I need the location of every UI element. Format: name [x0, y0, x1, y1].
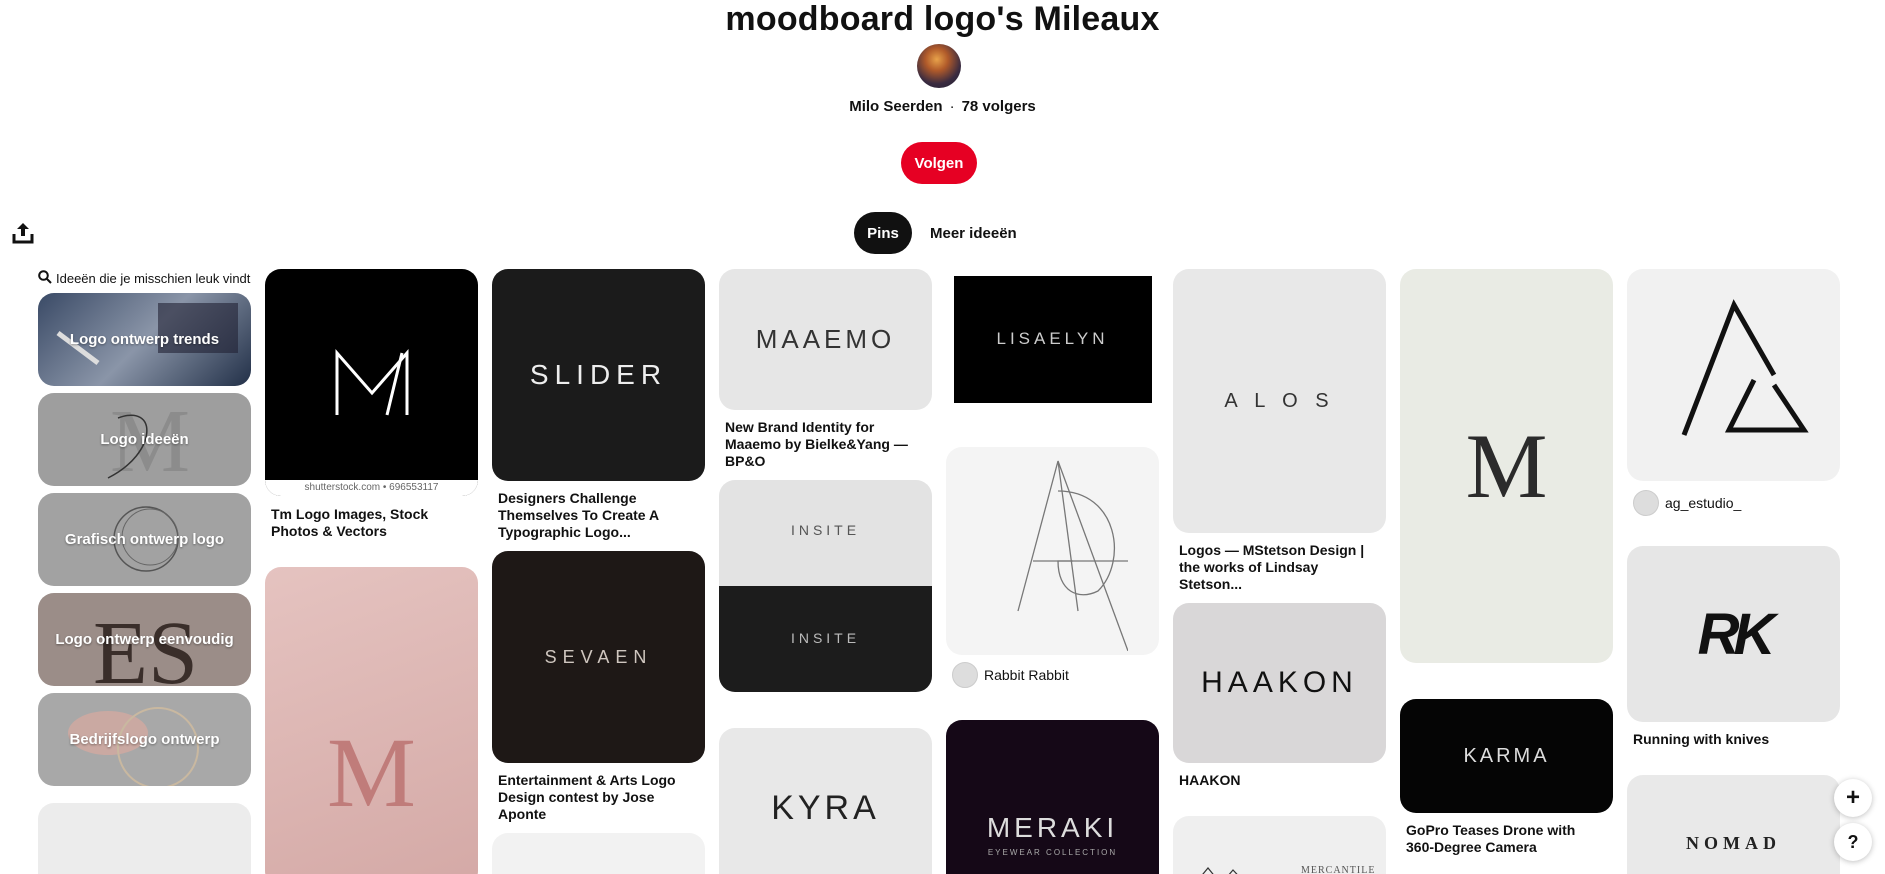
- pin-logo-text: HAAKON: [1201, 666, 1358, 699]
- tab-more-ideas[interactable]: Meer ideeën: [920, 212, 1027, 254]
- pin-watermark: shutterstock.com • 696553117: [265, 480, 478, 496]
- meta-separator: ·: [949, 98, 955, 115]
- pin-image: M: [1400, 269, 1613, 663]
- pin-logo-text: A L O S: [1224, 389, 1335, 412]
- ideas-heading: Ideeën die je misschien leuk vindt: [38, 270, 250, 287]
- idea-logo-ontwerp-trends[interactable]: Logo ontwerp trends: [38, 293, 251, 386]
- board-meta: Milo Seerden · 78 volgers: [0, 98, 1885, 115]
- pin-caption[interactable]: Designers Challenge Themselves To Create…: [498, 490, 698, 541]
- pin-slider[interactable]: SLIDER: [492, 269, 705, 481]
- pin-image: [1202, 867, 1238, 874]
- pin-nomad[interactable]: NOMAD: [1627, 775, 1840, 874]
- pin-caption[interactable]: Running with knives: [1633, 731, 1833, 748]
- pin-meraki[interactable]: MERAKI EYEWEAR COLLECTION: [946, 720, 1159, 874]
- pin-logo-text: INSITE: [790, 522, 861, 538]
- pin-lisaelyn[interactable]: LISAELYN: [946, 269, 1159, 409]
- idea-bedrijfslogo-ontwerp[interactable]: Bedrijfslogo ontwerp: [38, 693, 251, 786]
- user-name: ag_estudio_: [1665, 495, 1742, 511]
- pin-image: A L O S: [1173, 269, 1386, 533]
- pin-image: MAAEMO: [719, 269, 932, 410]
- idea-label: Logo ontwerp trends: [69, 331, 220, 348]
- pin-pink-m[interactable]: M: [265, 567, 478, 874]
- pin-logo-text: KYRA: [771, 788, 880, 827]
- idea-grafisch-ontwerp-logo[interactable]: Grafisch ontwerp logo: [38, 493, 251, 586]
- pin-logo-text: MERAKI: [986, 812, 1119, 843]
- pin-more-col2[interactable]: [492, 833, 705, 874]
- pin-logo-subtext: EYEWEAR COLLECTION: [987, 848, 1118, 857]
- add-icon[interactable]: +: [1834, 779, 1872, 817]
- pin-logo-text: RK: [1697, 601, 1776, 667]
- pin-logo-text: SEVAEN: [544, 646, 653, 667]
- pin-logo-text: M: [1465, 415, 1548, 517]
- help-icon[interactable]: ?: [1834, 823, 1872, 861]
- pin-user[interactable]: ag_estudio_: [1633, 490, 1741, 516]
- pin-logo-text: SLIDER: [529, 359, 668, 390]
- idea-label: Logo ontwerp eenvoudig: [55, 631, 234, 648]
- pin-image: KYRA: [719, 728, 932, 874]
- pin-image: SLIDER: [492, 269, 705, 481]
- pin-user[interactable]: Rabbit Rabbit: [952, 662, 1069, 688]
- tab-pins[interactable]: Pins: [854, 212, 912, 254]
- owner-avatar[interactable]: [917, 44, 961, 88]
- follow-button[interactable]: Volgen: [901, 142, 977, 184]
- board-title: moodboard logo's Mileaux: [725, 0, 1160, 38]
- pin-logo-text: INSITE: [790, 630, 861, 646]
- user-avatar: [1633, 490, 1659, 516]
- search-icon: [38, 270, 52, 287]
- ideas-heading-label: Ideeën die je misschien leuk vindt: [56, 271, 251, 286]
- user-avatar: [952, 662, 978, 688]
- pin-image: SEVAEN: [492, 551, 705, 763]
- share-icon[interactable]: [12, 221, 34, 245]
- pin-image: KARMA: [1400, 699, 1613, 813]
- pin-kyra[interactable]: KYRA: [719, 728, 932, 874]
- board-tabs: Pins Meer ideeën: [854, 212, 1027, 254]
- pin-caption[interactable]: Entertainment & Arts Logo Design contest…: [498, 772, 698, 823]
- idea-label: Bedrijfslogo ontwerp: [69, 731, 220, 748]
- idea-logo-ontwerp-eenvoudig[interactable]: ES Logo ontwerp eenvoudig: [38, 593, 251, 686]
- idea-label: Grafisch ontwerp logo: [64, 531, 225, 548]
- pin-logo-text: MERCANTILE: [1301, 865, 1376, 874]
- pin-logo-text: MAAEMO: [755, 324, 896, 354]
- pin-insite[interactable]: INSITE INSITE: [719, 480, 932, 692]
- pin-maaemo[interactable]: MAAEMO: [719, 269, 932, 410]
- pin-m-leaf[interactable]: M: [1400, 269, 1613, 663]
- pin-image: HAAKON: [1173, 603, 1386, 763]
- idea-more[interactable]: [38, 803, 251, 874]
- pin-karma[interactable]: KARMA: [1400, 699, 1613, 813]
- pin-haakon[interactable]: HAAKON: [1173, 603, 1386, 763]
- pin-caption[interactable]: GoPro Teases Drone with 360-Degree Camer…: [1406, 822, 1606, 856]
- pin-ag-estudio[interactable]: [1627, 269, 1840, 481]
- pin-logo-text: LISAELYN: [996, 329, 1109, 348]
- pin-logo-text: KARMA: [1463, 744, 1550, 767]
- pin-ag-rabbit[interactable]: [946, 447, 1159, 655]
- pin-logo-wrap: LISAELYN: [946, 269, 1159, 409]
- pin-alos[interactable]: A L O S: [1173, 269, 1386, 533]
- idea-label: Logo ideeën: [100, 431, 189, 448]
- pin-m-logo[interactable]: shutterstock.com • 696553117: [265, 269, 478, 496]
- pin-image: RK: [1627, 546, 1840, 722]
- pin-sevaen[interactable]: SEVAEN: [492, 551, 705, 763]
- pin-image: [265, 269, 478, 496]
- pin-image: [1627, 269, 1840, 481]
- board-page: moodboard logo's Mileaux Milo Seerden · 78…: [0, 0, 1885, 874]
- pin-logo-text: NOMAD: [1686, 833, 1781, 853]
- pin-caption[interactable]: HAAKON: [1179, 772, 1379, 789]
- pin-caption[interactable]: New Brand Identity for Maaemo by Bielke&…: [725, 419, 925, 470]
- pin-image: M: [265, 567, 478, 874]
- pin-logo-text: M: [327, 716, 416, 828]
- pin-caption[interactable]: Logos — MStetson Design | the works of L…: [1179, 542, 1379, 593]
- pin-rk[interactable]: RK: [1627, 546, 1840, 722]
- user-name: Rabbit Rabbit: [984, 667, 1069, 683]
- pin-image: [946, 447, 1159, 655]
- owner-name[interactable]: Milo Seerden: [849, 98, 942, 115]
- follower-count[interactable]: 78 volgers: [962, 98, 1036, 115]
- idea-logo-ideeen[interactable]: M Logo ideeën: [38, 393, 251, 486]
- pin-mercantile[interactable]: MERCANTILE: [1173, 816, 1386, 874]
- pin-caption[interactable]: Tm Logo Images, Stock Photos & Vectors: [271, 506, 471, 540]
